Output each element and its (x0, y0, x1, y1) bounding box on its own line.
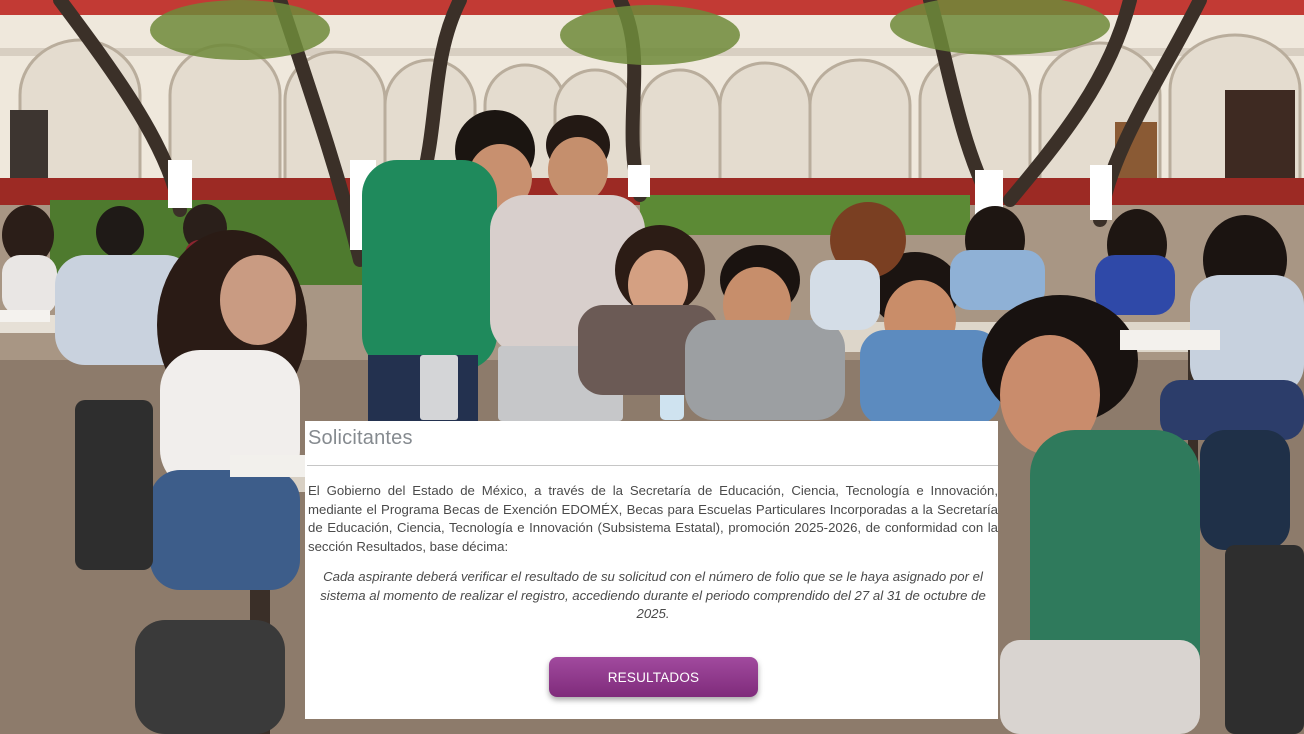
card-note-text: Cada aspirante deberá verificar el resul… (320, 569, 986, 622)
card-title: Solicitantes (308, 427, 413, 449)
card-body-text: El Gobierno del Estado de México, a trav… (308, 483, 998, 554)
applicants-card: Solicitantes El Gobierno del Estado de M… (305, 421, 998, 719)
results-button[interactable]: RESULTADOS (549, 657, 758, 697)
title-divider (307, 465, 998, 466)
